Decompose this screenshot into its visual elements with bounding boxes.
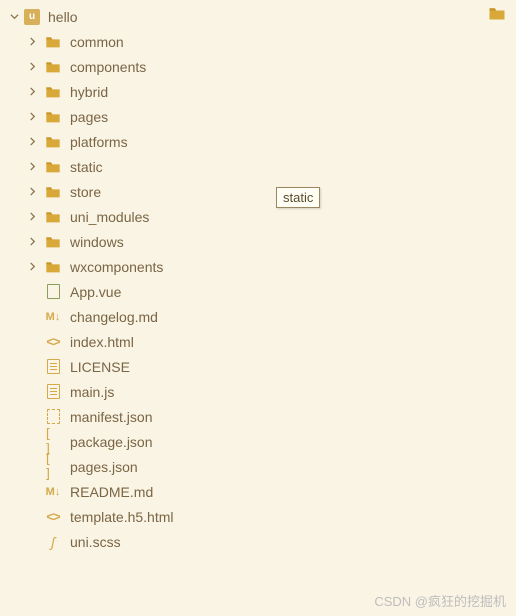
tree-file[interactable]: ·[ ]package.json — [0, 429, 516, 454]
folder-icon — [44, 208, 62, 226]
folder-icon — [44, 233, 62, 251]
file-label: README.md — [70, 484, 153, 500]
folder-label: uni_modules — [70, 209, 149, 225]
tree-folder[interactable]: uni_modules — [0, 204, 516, 229]
tree-file[interactable]: ·<>index.html — [0, 329, 516, 354]
document-file-icon — [44, 358, 62, 376]
tree-folder[interactable]: wxcomponents — [0, 254, 516, 279]
tree-file[interactable]: ·<>template.h5.html — [0, 504, 516, 529]
chevron-right-icon — [26, 87, 38, 96]
folder-icon — [44, 33, 62, 51]
folder-label: hybrid — [70, 84, 108, 100]
file-label: manifest.json — [70, 409, 152, 425]
folder-icon — [44, 58, 62, 76]
html-file-icon: <> — [44, 333, 62, 351]
manifest-file-icon — [44, 408, 62, 426]
file-label: uni.scss — [70, 534, 121, 550]
json-file-icon: [ ] — [44, 433, 62, 451]
chevron-right-icon — [26, 137, 38, 146]
file-label: index.html — [70, 334, 134, 350]
hover-tooltip: static — [276, 187, 320, 208]
tree-file[interactable]: ·manifest.json — [0, 404, 516, 429]
file-label: package.json — [70, 434, 153, 450]
tree-file[interactable]: ·LICENSE — [0, 354, 516, 379]
chevron-right-icon — [26, 37, 38, 46]
folder-icon — [44, 83, 62, 101]
chevron-right-icon — [26, 162, 38, 171]
folder-label: static — [70, 159, 103, 175]
file-label: changelog.md — [70, 309, 158, 325]
tree-file[interactable]: ·[ ]pages.json — [0, 454, 516, 479]
tree-file[interactable]: ·ʃuni.scss — [0, 529, 516, 554]
file-label: template.h5.html — [70, 509, 174, 525]
folder-icon — [44, 183, 62, 201]
folder-label: wxcomponents — [70, 259, 163, 275]
json-file-icon: [ ] — [44, 458, 62, 476]
folder-label: platforms — [70, 134, 128, 150]
watermark: CSDN @疯狂的挖掘机 — [374, 591, 506, 610]
tree-file[interactable]: ·M↓README.md — [0, 479, 516, 504]
folder-label: windows — [70, 234, 124, 250]
chevron-right-icon — [26, 262, 38, 271]
vue-file-icon — [44, 283, 62, 301]
folder-label: pages — [70, 109, 108, 125]
markdown-file-icon: M↓ — [44, 483, 62, 501]
tree-folder[interactable]: store — [0, 179, 516, 204]
root-label: hello — [48, 9, 78, 25]
tree-folder[interactable]: common — [0, 29, 516, 54]
folder-label: store — [70, 184, 101, 200]
tree-folder[interactable]: windows — [0, 229, 516, 254]
tree-folder[interactable]: hybrid — [0, 79, 516, 104]
file-label: main.js — [70, 384, 114, 400]
tree-folder[interactable]: pages — [0, 104, 516, 129]
file-label: App.vue — [70, 284, 121, 300]
root-folder-indicator-icon — [488, 6, 506, 24]
document-file-icon — [44, 383, 62, 401]
chevron-right-icon — [26, 237, 38, 246]
tree-folder[interactable]: components — [0, 54, 516, 79]
scss-file-icon: ʃ — [44, 533, 62, 551]
tree-folder[interactable]: platforms — [0, 129, 516, 154]
file-label: LICENSE — [70, 359, 130, 375]
tree-file[interactable]: ·main.js — [0, 379, 516, 404]
file-label: pages.json — [70, 459, 138, 475]
chevron-down-icon — [8, 12, 20, 21]
file-tree: u hello common components hybrid pages platf… — [0, 0, 516, 558]
tree-file[interactable]: ·App.vue — [0, 279, 516, 304]
folder-icon — [44, 258, 62, 276]
folder-label: common — [70, 34, 124, 50]
folder-icon — [44, 133, 62, 151]
project-icon: u — [24, 9, 40, 25]
html-file-icon: <> — [44, 508, 62, 526]
folder-label: components — [70, 59, 146, 75]
markdown-file-icon: M↓ — [44, 308, 62, 326]
tree-root[interactable]: u hello — [0, 4, 516, 29]
chevron-right-icon — [26, 62, 38, 71]
chevron-right-icon — [26, 212, 38, 221]
chevron-right-icon — [26, 112, 38, 121]
folder-icon — [44, 108, 62, 126]
tree-file[interactable]: ·M↓changelog.md — [0, 304, 516, 329]
chevron-right-icon — [26, 187, 38, 196]
folder-icon — [44, 158, 62, 176]
tree-folder[interactable]: static — [0, 154, 516, 179]
